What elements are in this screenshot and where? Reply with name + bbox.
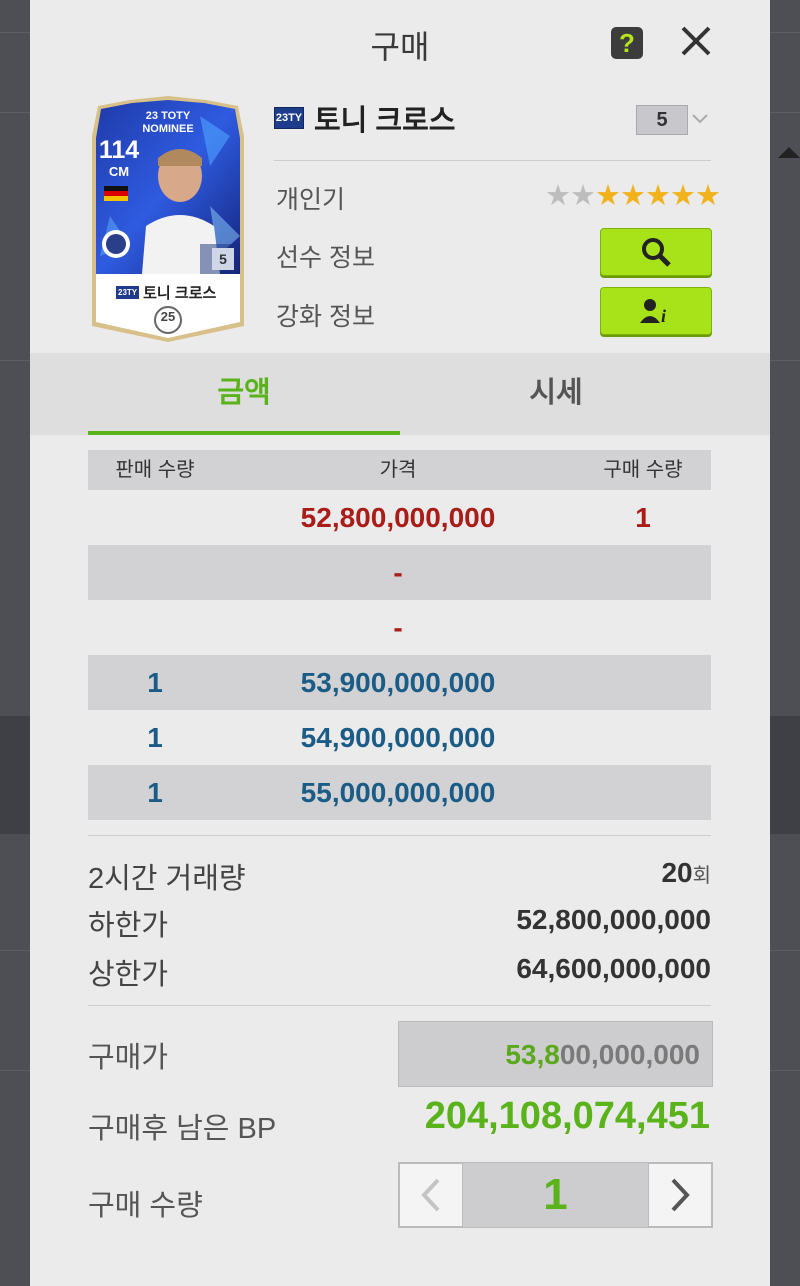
star-filled-icon: ★ [670,180,696,212]
enhance-info-button[interactable]: i [600,287,712,335]
player-info-label: 선수 정보 [276,244,375,272]
card-level-badge: 5 [212,248,234,270]
table-row[interactable]: 1 55,000,000,000 [88,765,711,820]
tab-active-indicator [88,431,400,435]
player-name: 토니 크로스 [314,105,456,137]
close-button[interactable] [678,23,714,59]
star-filled-icon: ★ [595,180,621,212]
help-button[interactable]: ? [611,27,643,59]
table-row[interactable]: 52,800,000,000 1 [88,490,711,545]
popularity-stars: ★ ★ ★ ★ ★ ★ ★ [545,180,721,212]
svg-text:i: i [661,306,666,325]
price-cell: - [393,612,403,643]
card-program-line2: NOMINEE [142,123,194,135]
star-filled-icon: ★ [645,180,671,212]
chevron-left-icon [421,1178,440,1212]
divider [88,1005,711,1006]
divider [274,160,711,161]
price-cell: - [393,557,403,588]
card-player-name: 토니 크로스 [143,285,217,302]
purchase-qty-label: 구매 수량 [88,1190,203,1222]
player-info-button[interactable] [600,228,712,276]
upper-limit-value: 64,600,000,000 [516,953,711,984]
header-sell-qty: 판매 수량 [115,459,195,481]
card-name-row: 23TY 토니 크로스 [116,282,216,303]
player-name-row: 23TY 토니 크로스 [274,98,455,138]
season-badge: 23TY [274,107,304,129]
tab-bar: 금액 시세 [30,353,770,435]
price-cell: 55,000,000,000 [300,777,496,808]
buy-qty-cell: 1 [635,502,651,533]
buy-qty-cell [584,765,702,820]
price-highlight: 53,8 [505,1039,560,1070]
table-row[interactable]: - [88,600,711,655]
star-filled-icon: ★ [695,180,721,212]
chevron-right-icon [671,1178,690,1212]
decrease-button[interactable] [399,1163,463,1227]
purchase-modal: 구매 ? 23 TOTY NOMINEE 114 CM 5 23TY 토니 크로… [30,0,770,1286]
table-row[interactable]: 1 54,900,000,000 [88,710,711,765]
chevron-down-icon[interactable] [690,108,710,128]
modal-title: 구매 [370,29,430,65]
purchase-price-input[interactable]: 53,800,000,000 [398,1021,713,1087]
enhance-info-label: 강화 정보 [276,303,375,331]
close-icon [681,26,711,56]
sell-qty-cell: 1 [147,667,163,698]
header-price: 가격 [379,459,417,481]
sell-qty-cell [88,545,222,600]
buy-qty-cell [584,655,702,710]
header-buy-qty: 구매 수량 [603,459,683,481]
lower-limit-label: 하한가 [88,910,169,942]
card-program-line1: 23 TOTY [145,110,191,122]
price-rest: 00,000,000 [559,1039,700,1070]
trade-volume-value: 20회 [661,857,711,889]
player-card[interactable]: 23 TOTY NOMINEE 114 CM 5 23TY 토니 크로스 25 [90,96,246,342]
sell-qty-cell: 1 [147,777,163,808]
star-empty-icon: ★ [545,180,571,212]
table-header: 판매 수량 가격 구매 수량 [88,450,711,490]
person-info-icon: i [640,299,666,325]
enhance-level-select[interactable]: 5 [636,105,688,135]
trade-volume-number: 20 [661,857,693,888]
star-filled-icon: ★ [620,180,646,212]
card-pay: 25 [160,309,176,324]
trade-volume-unit: 회 [692,865,711,887]
quantity-value[interactable]: 1 [463,1163,648,1227]
buy-qty-cell [584,600,702,655]
star-empty-icon: ★ [570,180,596,212]
upper-limit-label: 상한가 [88,959,169,991]
divider [88,835,711,836]
card-position: CM [108,164,130,179]
magnifier-icon [642,238,671,267]
tab-market[interactable]: 시세 [400,353,712,433]
lower-limit-value: 52,800,000,000 [516,904,711,935]
price-cell: 52,800,000,000 [300,502,496,533]
purchase-price-label: 구매가 [88,1042,169,1074]
remaining-bp-value: 204,108,074,451 [424,1095,710,1137]
sell-qty-cell [88,600,222,655]
table-row[interactable]: - [88,545,711,600]
trade-volume-label: 2시간 거래량 [88,863,246,895]
popularity-label: 개인기 [276,186,346,214]
buy-qty-cell [584,545,702,600]
price-cell: 54,900,000,000 [300,722,496,753]
buy-qty-cell [584,710,702,765]
sell-qty-cell: 1 [147,722,163,753]
increase-button[interactable] [648,1163,712,1227]
table-row[interactable]: 1 53,900,000,000 [88,655,711,710]
background-scroll-arrow-icon [778,147,800,158]
price-cell: 53,900,000,000 [300,667,496,698]
question-icon: ? [619,28,635,58]
card-season-badge: 23TY [116,286,140,299]
quantity-stepper: 1 [398,1162,713,1228]
tab-price[interactable]: 금액 [88,353,400,433]
card-ovr: 114 [98,136,140,164]
remaining-bp-label: 구매후 남은 BP [88,1113,277,1145]
sell-qty-cell [88,490,222,545]
